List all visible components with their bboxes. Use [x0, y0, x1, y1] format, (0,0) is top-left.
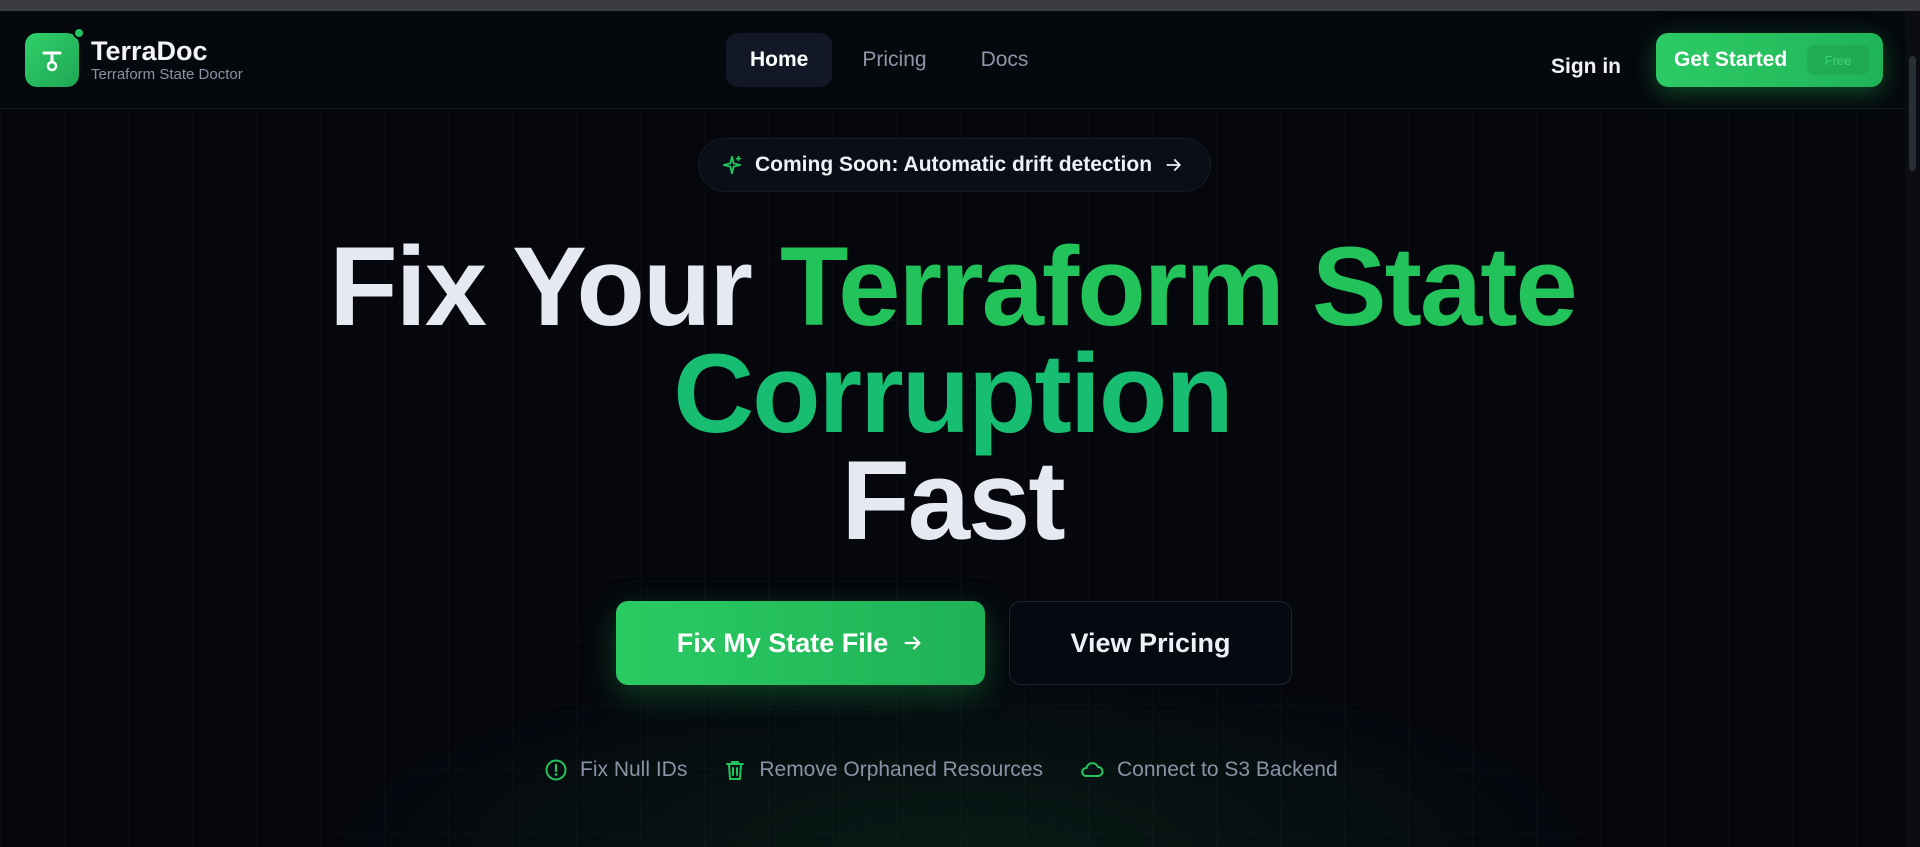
- main-nav: Home Pricing Docs: [726, 33, 1052, 87]
- alert-circle-icon: [544, 758, 568, 782]
- hero-headline: Fix Your Terraform State Corruption Fast: [0, 231, 1905, 563]
- nav-docs[interactable]: Docs: [957, 33, 1053, 87]
- view-pricing-label: View Pricing: [1070, 627, 1231, 658]
- arrow-right-icon: [1164, 155, 1184, 175]
- trash-icon: [723, 758, 747, 782]
- get-started-button[interactable]: Get Started Free: [1656, 33, 1883, 87]
- site-header: TerraDoc Terraform State Doctor Home Pri…: [0, 11, 1905, 109]
- announcement-pill[interactable]: Coming Soon: Automatic drift detection: [698, 138, 1211, 192]
- fix-state-file-label: Fix My State File: [676, 627, 889, 658]
- headline-white-part-2: Fast: [841, 438, 1065, 563]
- logo-glyph-icon: [42, 51, 62, 72]
- page-scrollbar[interactable]: [1905, 11, 1920, 847]
- arrow-right-icon: [902, 632, 924, 654]
- free-badge: Free: [1807, 45, 1869, 75]
- browser-top-strip: [0, 0, 1920, 11]
- nav-pricing[interactable]: Pricing: [838, 33, 950, 87]
- logo-status-dot: [73, 27, 85, 39]
- feature-item: Connect to S3 Backend: [1079, 758, 1338, 782]
- feature-item: Remove Orphaned Resources: [723, 758, 1043, 782]
- brand-name: TerraDoc: [91, 36, 208, 66]
- nav-home[interactable]: Home: [726, 33, 833, 87]
- headline-green-part-2: Corruption: [673, 331, 1234, 456]
- get-started-label: Get Started: [1674, 48, 1788, 71]
- scrollbar-thumb[interactable]: [1909, 56, 1916, 171]
- feature-label: Remove Orphaned Resources: [759, 758, 1043, 781]
- headline-line-1: Fix Your Terraform State: [0, 231, 1905, 343]
- terradoc-logo-icon: [25, 27, 85, 87]
- feature-label: Connect to S3 Backend: [1117, 758, 1338, 781]
- feature-item: Fix Null IDs: [544, 758, 687, 782]
- brand-logo-link[interactable]: TerraDoc Terraform State Doctor: [25, 27, 243, 87]
- feature-label: Fix Null IDs: [580, 758, 688, 781]
- fix-state-file-button[interactable]: Fix My State File: [616, 601, 985, 685]
- sign-in-link[interactable]: Sign in: [1551, 55, 1621, 79]
- cloud-icon: [1079, 758, 1105, 782]
- landing-page: TerraDoc Terraform State Doctor Home Pri…: [0, 0, 1920, 847]
- announcement-text: Coming Soon: Automatic drift detection: [755, 153, 1153, 176]
- feature-list: Fix Null IDs Remove Orphaned Resources C…: [544, 758, 1338, 782]
- sparkle-icon: [721, 154, 743, 176]
- brand-tagline: Terraform State Doctor: [91, 66, 243, 83]
- view-pricing-button[interactable]: View Pricing: [1009, 601, 1292, 685]
